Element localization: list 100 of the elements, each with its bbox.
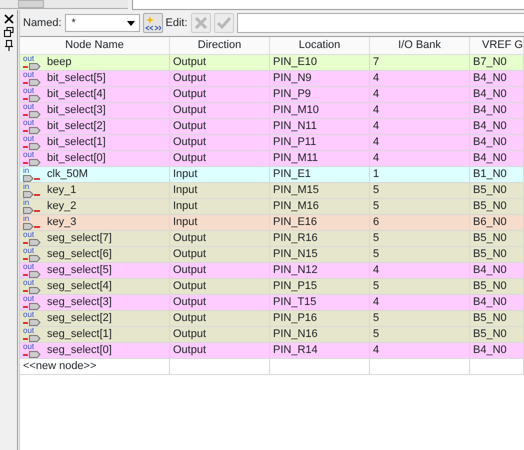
table-cell: 4	[370, 343, 470, 359]
node-name: key_1	[47, 183, 76, 198]
node-name: seg_select[2]	[47, 311, 112, 326]
node-name: seg_select[0]	[47, 343, 112, 358]
table-cell: PIN_M10	[270, 103, 370, 119]
table-cell: 5	[370, 247, 470, 263]
node-finder-button[interactable]	[142, 13, 163, 33]
table-cell: B1_N0	[470, 167, 524, 183]
table-cell: 5	[370, 311, 470, 327]
new-node-entry[interactable]: <<new node>>	[20, 359, 170, 375]
node-name: bit_select[3]	[47, 103, 106, 118]
table-cell: PIN_P9	[270, 87, 370, 103]
table-cell: B5_N0	[470, 231, 524, 247]
table-cell: PIN_P11	[270, 135, 370, 151]
table-cell: B4_N0	[470, 103, 524, 119]
column-header[interactable]: Node Name	[20, 37, 170, 55]
table-cell: Input	[170, 167, 270, 183]
table-cell: Output	[170, 151, 270, 167]
node-name: key_3	[47, 215, 76, 230]
table-cell: 1	[370, 167, 470, 183]
table-cell: 4	[370, 71, 470, 87]
table-cell: 5	[370, 327, 470, 343]
table-cell: Output	[170, 279, 270, 295]
table-cell: B5_N0	[470, 311, 524, 327]
table-cell: PIN_N16	[270, 327, 370, 343]
table-cell: 4	[370, 103, 470, 119]
table-cell: B4_N0	[470, 135, 524, 151]
column-header[interactable]: Direction	[170, 37, 270, 55]
column-header[interactable]: I/O Bank	[370, 37, 470, 55]
node-name: seg_select[3]	[47, 295, 112, 310]
node-name: seg_select[1]	[47, 327, 112, 342]
close-icon[interactable]	[4, 14, 14, 24]
restore-icon[interactable]	[4, 27, 14, 37]
table-cell: Output	[170, 87, 270, 103]
table-cell: PIN_N9	[270, 71, 370, 87]
node-name: clk_50M	[47, 167, 88, 182]
table-cell: B5_N0	[470, 199, 524, 215]
table-cell: 4	[370, 119, 470, 135]
field-label: Edit:	[166, 16, 188, 31]
table-cell: PIN_N12	[270, 263, 370, 279]
table-cell: PIN_R16	[270, 231, 370, 247]
table-cell: B7_N0	[470, 55, 524, 71]
table-cell: PIN_M16	[270, 199, 370, 215]
table-cell: B5_N0	[470, 183, 524, 199]
edit-field[interactable]	[236, 13, 524, 33]
table-cell: Output	[170, 135, 270, 151]
node-name: bit_select[0]	[47, 151, 106, 166]
table-cell: Output	[170, 71, 270, 87]
table-cell: Input	[170, 199, 270, 215]
table-cell: B6_N0	[470, 215, 524, 231]
node-name: seg_select[5]	[47, 263, 112, 278]
caret-icon[interactable]	[126, 20, 135, 26]
table-cell: 4	[370, 295, 470, 311]
table-cell: 5	[370, 183, 470, 199]
table-cell: 4	[370, 151, 470, 167]
node-name: bit_select[5]	[47, 71, 106, 86]
node-name: key_2	[47, 199, 76, 214]
table-cell: Output	[170, 327, 270, 343]
node-name: seg_select[7]	[47, 231, 112, 246]
table-cell: PIN_M15	[270, 183, 370, 199]
table-cell: PIN_P15	[270, 279, 370, 295]
table-cell: B4_N0	[470, 263, 524, 279]
table-cell: Output	[170, 295, 270, 311]
table-cell: B4_N0	[470, 151, 524, 167]
table-cell: PIN_N11	[270, 119, 370, 135]
close-icon	[194, 17, 207, 29]
named-filter-dropdown[interactable]: *	[64, 14, 140, 32]
node-name: seg_select[6]	[47, 247, 112, 262]
table-cell: 6	[370, 215, 470, 231]
table-cell: B4_N0	[470, 87, 524, 103]
table-cell: B4_N0	[470, 71, 524, 87]
table-cell: B5_N0	[470, 247, 524, 263]
table-cell: Output	[170, 247, 270, 263]
table-cell: Output	[170, 103, 270, 119]
pin-icon[interactable]	[4, 40, 12, 51]
table-cell: Output	[170, 343, 270, 359]
table-cell: Output	[170, 119, 270, 135]
table-cell: Output	[170, 311, 270, 327]
table-cell: PIN_E16	[270, 215, 370, 231]
column-header[interactable]: Location	[270, 37, 370, 55]
table-cell: 4	[370, 87, 470, 103]
table-cell: Output	[170, 263, 270, 279]
table-cell: PIN_E1	[270, 167, 370, 183]
table-cell: Output	[170, 231, 270, 247]
table-cell: PIN_P16	[270, 311, 370, 327]
table-cell: PIN_M11	[270, 151, 370, 167]
table-cell: Output	[170, 55, 270, 71]
node-name: bit_select[4]	[47, 87, 106, 102]
sparkle-arrows-icon	[144, 15, 161, 31]
scrollbar[interactable]	[0, 0, 128, 9]
table-cell: 7	[370, 55, 470, 71]
table-cell: B4_N0	[470, 343, 524, 359]
table-cell: B5_N0	[470, 279, 524, 295]
table-cell: B4_N0	[470, 295, 524, 311]
node-name: seg_select[4]	[47, 279, 112, 294]
column-header[interactable]: VREF G	[470, 37, 524, 55]
table-cell: B4_N0	[470, 119, 524, 135]
table-cell: Input	[170, 183, 270, 199]
table-cell: 4	[370, 263, 470, 279]
table-cell: B5_N0	[470, 327, 524, 343]
